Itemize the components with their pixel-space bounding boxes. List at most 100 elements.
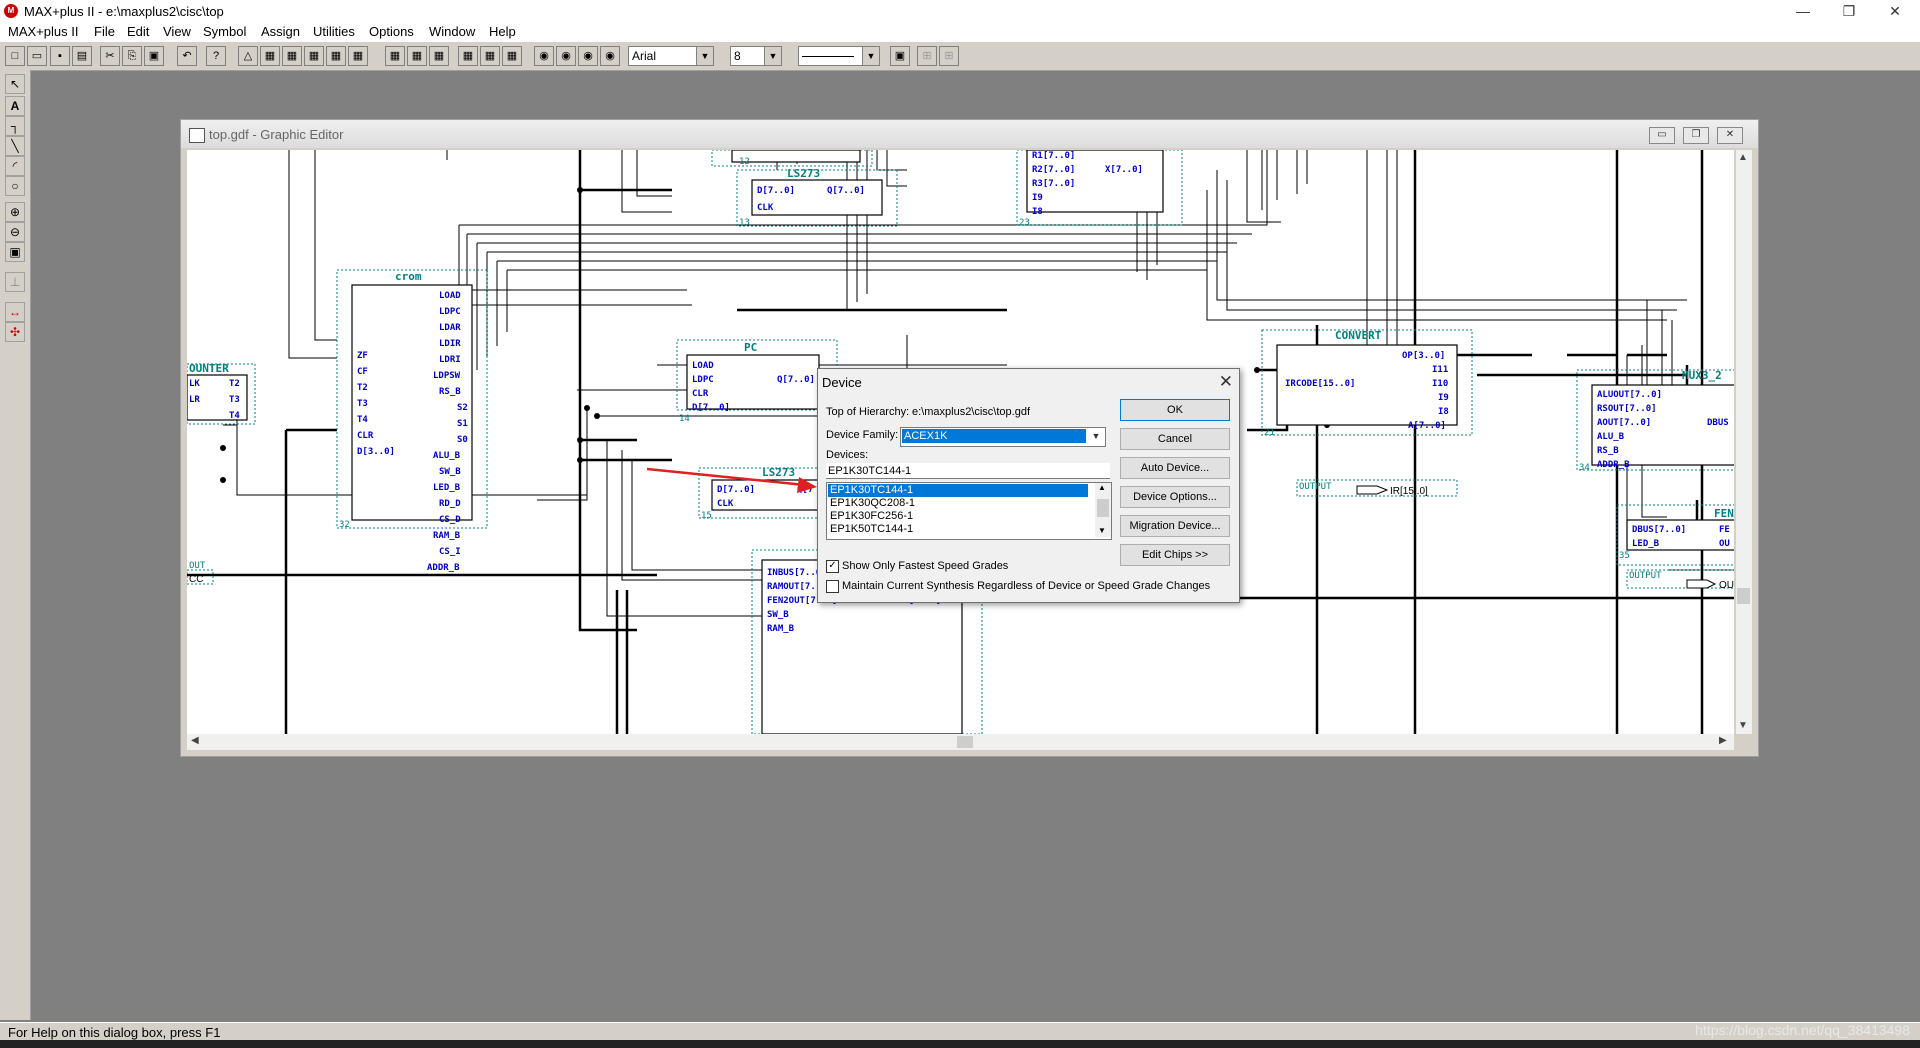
report-icon[interactable]: ▦: [480, 46, 500, 66]
menu-utilities[interactable]: Utilities: [313, 24, 355, 39]
output1-label: OUTPUT: [1299, 482, 1332, 492]
zoom-fit-icon[interactable]: ▣: [890, 46, 910, 66]
watermark-text: https://blog.csdn.net/qq_38413498: [1695, 1022, 1910, 1038]
chevron-down-icon: ▼: [1091, 431, 1101, 441]
rubberband-icon[interactable]: ⊥: [5, 272, 25, 292]
window-title: MAX+plus II - e:\maxplus2\cisc\top: [24, 4, 224, 19]
editor-minimize-icon[interactable]: ▭: [1649, 127, 1675, 144]
scroll-down-icon[interactable]: ▼: [1098, 526, 1106, 535]
menu-maxplus[interactable]: MAX+plus II: [8, 24, 78, 39]
undo-icon[interactable]: ↶: [177, 46, 197, 66]
fit-window-icon[interactable]: ▣: [5, 242, 25, 262]
device-list-item[interactable]: EP1K30FC256-1: [828, 510, 1088, 523]
align-icon[interactable]: ⊞: [917, 46, 937, 66]
ok-button[interactable]: OK: [1120, 399, 1230, 421]
device-family-select[interactable]: ACEX1K ▼: [900, 427, 1106, 447]
vertical-scrollbar[interactable]: ▲ ▼: [1736, 150, 1752, 734]
pc-name: PC: [744, 341, 757, 354]
menu-assign[interactable]: Assign: [261, 24, 300, 39]
menu-options[interactable]: Options: [369, 24, 414, 39]
dialog-close-icon[interactable]: ✕: [1219, 372, 1233, 392]
menu-edit[interactable]: Edit: [127, 24, 149, 39]
scroll-up-icon[interactable]: ▲: [1098, 483, 1106, 492]
simulator-icon[interactable]: ▦: [326, 46, 346, 66]
assign-icon[interactable]: ▦: [502, 46, 522, 66]
maintain-synthesis-checkbox[interactable]: [826, 580, 839, 593]
ls273b-name: LS273: [762, 466, 795, 479]
scroll-left-icon[interactable]: ◀: [191, 735, 199, 746]
cancel-button[interactable]: Cancel: [1120, 428, 1230, 450]
zoom-in-icon[interactable]: ⊕: [5, 202, 25, 222]
auto-device-button[interactable]: Auto Device...: [1120, 457, 1230, 479]
font-select[interactable]: Arial ▼: [628, 46, 714, 66]
timing-icon[interactable]: ▦: [348, 46, 368, 66]
fastest-speed-checkbox[interactable]: ✓: [826, 560, 839, 573]
orthogonal-line-icon[interactable]: ┐: [5, 116, 25, 136]
arc-tool-icon[interactable]: ◜: [5, 156, 25, 176]
hierarchy-label: Top of Hierarchy:: [826, 406, 910, 418]
menu-symbol[interactable]: Symbol: [203, 24, 246, 39]
vertical-scroll-thumb[interactable]: [1737, 588, 1750, 604]
probe4-icon[interactable]: ◉: [600, 46, 620, 66]
pin: Q[7..0]: [827, 186, 865, 196]
menu-window[interactable]: Window: [429, 24, 475, 39]
minimize-icon[interactable]: —: [1780, 0, 1826, 22]
help-cursor-icon[interactable]: ?: [206, 46, 226, 66]
project-save-icon[interactable]: ▦: [407, 46, 427, 66]
floorplan-icon[interactable]: ▦: [282, 46, 302, 66]
cut-icon[interactable]: ✂: [100, 46, 120, 66]
output3-name: CC: [189, 574, 203, 585]
pin: RS_B: [439, 387, 461, 397]
horizontal-scroll-thumb[interactable]: [957, 736, 973, 748]
compiler-icon[interactable]: ▦: [304, 46, 324, 66]
text-tool-icon[interactable]: A: [5, 96, 25, 116]
warning-icon[interactable]: △: [238, 46, 258, 66]
horizontal-scrollbar[interactable]: ◀ ▶: [187, 734, 1734, 750]
programmer-icon[interactable]: ▦: [458, 46, 478, 66]
menu-view[interactable]: View: [163, 24, 191, 39]
migration-device-button[interactable]: Migration Device...: [1120, 515, 1230, 537]
probe2-icon[interactable]: ◉: [556, 46, 576, 66]
line-tool-icon[interactable]: ╲: [5, 136, 25, 156]
save-icon[interactable]: ▪: [50, 46, 70, 66]
menu-file[interactable]: File: [94, 24, 115, 39]
pin: RAM_B: [767, 624, 795, 634]
project-compile-icon[interactable]: ▦: [429, 46, 449, 66]
restore-icon[interactable]: ❐: [1826, 0, 1872, 22]
paste-icon[interactable]: ▣: [144, 46, 164, 66]
project-icon[interactable]: ▦: [385, 46, 405, 66]
editor-restore-icon[interactable]: ❐: [1683, 127, 1709, 144]
menu-help[interactable]: Help: [489, 24, 516, 39]
copy-icon[interactable]: ⎘: [122, 46, 142, 66]
line-style-select[interactable]: ▼: [798, 46, 880, 66]
pointer-icon[interactable]: ↖: [5, 74, 25, 94]
pin: DBUS[7..0]: [1632, 525, 1686, 535]
scroll-down-icon[interactable]: ▼: [1738, 720, 1748, 731]
regmux-num: 23: [1019, 218, 1030, 228]
open-icon[interactable]: ▭: [27, 46, 47, 66]
new-icon[interactable]: □: [5, 46, 25, 66]
hierarchy-icon[interactable]: ▦: [260, 46, 280, 66]
list-scrollbar[interactable]: ▲ ▼: [1095, 483, 1111, 537]
disconnect-icon[interactable]: ✣: [5, 322, 25, 342]
device-list-item[interactable]: EP1K30TC144-1: [828, 484, 1088, 497]
scroll-right-icon[interactable]: ▶: [1719, 735, 1727, 746]
list-scroll-thumb[interactable]: [1097, 499, 1109, 517]
editor-close-icon[interactable]: ✕: [1717, 127, 1743, 144]
edit-chips-button[interactable]: Edit Chips >>: [1120, 544, 1230, 566]
connection-icon[interactable]: ↔: [5, 302, 25, 322]
size-select[interactable]: 8 ▼: [730, 46, 782, 66]
device-list-item[interactable]: EP1K30QC208-1: [828, 497, 1088, 510]
devices-list[interactable]: EP1K30TC144-1 EP1K30QC208-1 EP1K30FC256-…: [826, 482, 1112, 540]
align2-icon[interactable]: ⊞: [939, 46, 959, 66]
print-icon[interactable]: ▤: [72, 46, 92, 66]
probe-icon[interactable]: ◉: [534, 46, 554, 66]
circle-tool-icon[interactable]: ○: [5, 176, 25, 196]
scroll-up-icon[interactable]: ▲: [1738, 152, 1748, 163]
zoom-out-icon[interactable]: ⊖: [5, 222, 25, 242]
device-list-item[interactable]: EP1K50TC144-1: [828, 523, 1088, 536]
devices-input[interactable]: EP1K30TC144-1: [826, 463, 1110, 479]
device-options-button[interactable]: Device Options...: [1120, 486, 1230, 508]
probe3-icon[interactable]: ◉: [578, 46, 598, 66]
close-icon[interactable]: ✕: [1872, 0, 1918, 22]
